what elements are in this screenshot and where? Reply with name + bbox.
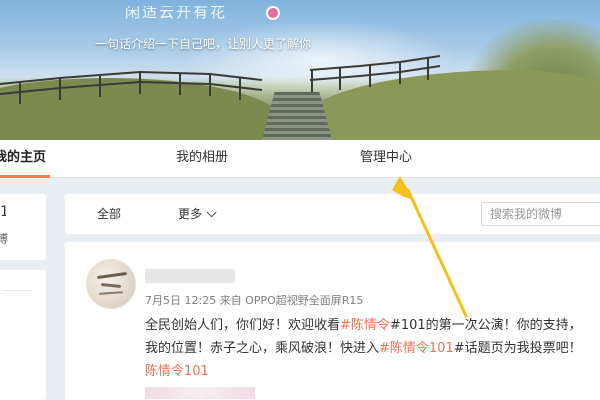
- profile-nickname: 闲适云开有花: [125, 6, 228, 21]
- side-card: [0, 270, 46, 400]
- post-line: 我的位置！赤子之心，乘风破浪！快进入#陈情令101#话题页为我投票吧！: [145, 337, 600, 360]
- stats-label: 博: [0, 232, 9, 246]
- verified-badge-icon: [266, 6, 280, 20]
- filter-more[interactable]: 更多: [178, 194, 217, 234]
- filter-all[interactable]: 全部: [97, 194, 121, 234]
- profile-intro[interactable]: 一句话介绍一下自己吧，让别人更了解你: [95, 35, 311, 52]
- filter-more-label: 更多: [178, 207, 203, 221]
- avatar-handwriting: [100, 282, 122, 289]
- tab-my-homepage[interactable]: 我的主页: [0, 140, 50, 178]
- avatar-handwriting: [98, 291, 124, 295]
- post-text-segment: #话题页为我投票吧！: [453, 341, 582, 356]
- search-my-weibo[interactable]: [481, 202, 600, 226]
- post-text: 全民创始人们，你们好！欢迎收看#陈情令#101的第一次公演！你的支持， 我的位置…: [145, 314, 600, 383]
- feed-filter-bar: 全部 更多: [65, 194, 600, 234]
- stats-card: 1 博: [0, 194, 46, 260]
- profile-tab-bar: 我的主页 我的相册 管理中心: [0, 140, 600, 178]
- topic-link[interactable]: 陈情令101: [145, 364, 209, 379]
- post-text-segment: 全民创始人们，你们好！欢迎收看: [145, 318, 341, 333]
- post-text-segment: 我的位置！赤子之心，乘风破浪！快进入: [145, 341, 380, 356]
- username-blurred[interactable]: [145, 269, 235, 283]
- cover-banner: 闲适云开有花 一句话介绍一下自己吧，让别人更了解你: [0, 0, 600, 140]
- weibo-post-card: 7月5日 12:25 来自 OPPO超视野全面屏R15 全民创始人们，你们好！欢…: [65, 242, 600, 400]
- fence-graphic: [0, 55, 441, 104]
- tab-management-center[interactable]: 管理中心: [360, 140, 412, 178]
- hashtag-link[interactable]: #陈情令101: [379, 341, 454, 356]
- post-meta[interactable]: 7月5日 12:25 来自 OPPO超视野全面屏R15: [145, 292, 363, 308]
- side-divider: [2, 290, 32, 291]
- stats-count: 1: [0, 204, 6, 220]
- search-input[interactable]: [482, 203, 600, 225]
- post-line: 陈情令101: [145, 360, 600, 383]
- post-media-preview[interactable]: [145, 387, 255, 399]
- post-line: 全民创始人们，你们好！欢迎收看#陈情令#101的第一次公演！你的支持，: [145, 314, 600, 337]
- tab-my-album[interactable]: 我的相册: [176, 140, 228, 178]
- avatar[interactable]: [86, 259, 136, 309]
- hashtag-link[interactable]: #陈情令: [340, 318, 390, 333]
- post-text-segment: #101的第一次公演！你的支持，: [389, 318, 582, 333]
- chevron-down-icon: [206, 207, 217, 218]
- avatar-handwriting: [96, 271, 128, 280]
